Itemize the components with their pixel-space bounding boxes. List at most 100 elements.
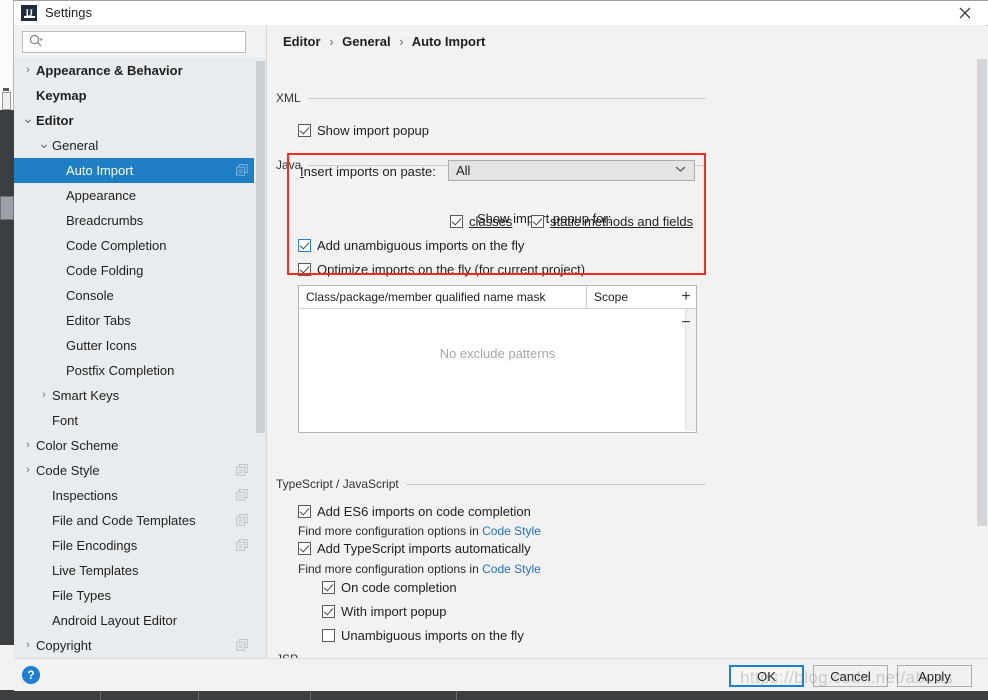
cancel-button[interactable]: Cancel [813, 665, 888, 687]
checkbox-box-icon[interactable] [298, 505, 311, 518]
checkbox-box-icon[interactable] [298, 124, 311, 137]
sidebar-item-keymap[interactable]: Keymap [14, 83, 266, 108]
chevron-down-icon[interactable]: ⌄ [21, 111, 35, 125]
sidebar-item-code-completion[interactable]: Code Completion [14, 233, 266, 258]
checkbox-with-import-popup[interactable]: With import popup [322, 604, 447, 619]
copy-settings-icon[interactable] [236, 464, 248, 476]
statusbar-divider [456, 690, 457, 700]
sidebar-item-copyright[interactable]: › Copyright [14, 633, 266, 658]
help-icon[interactable]: ? [22, 666, 40, 684]
group-rule [307, 97, 706, 99]
sidebar-item-general[interactable]: ⌄ General [14, 133, 266, 158]
checkbox-java-classes[interactable]: classes [450, 214, 512, 229]
sidebar-item-postfix-completion[interactable]: Postfix Completion [14, 358, 266, 383]
underlying-gray-box [0, 196, 14, 220]
main-scrollbar-thumb[interactable] [977, 59, 987, 526]
group-label-typescript: TypeScript / JavaScript [276, 477, 399, 491]
code-style-link[interactable]: Code Style [482, 524, 541, 538]
sidebar-item-label: Code Completion [66, 238, 167, 253]
sidebar-item-label: Code Folding [66, 263, 144, 278]
insert-imports-on-paste-select[interactable]: All [448, 160, 695, 181]
sidebar-item-appearance-behavior[interactable]: › Appearance & Behavior [14, 58, 266, 83]
checkbox-java-static-methods[interactable]: static methods and fields [531, 214, 693, 229]
checkbox-label: classes [469, 214, 513, 229]
sidebar-item-code-style[interactable]: › Code Style [14, 458, 266, 483]
remove-pattern-button[interactable]: − [675, 312, 697, 334]
table-empty-message: No exclude patterns [439, 345, 556, 361]
sidebar-item-label: Console [66, 288, 114, 303]
checkbox-label: Add TypeScript imports automatically [317, 541, 531, 556]
sidebar-item-smart-keys[interactable]: › Smart Keys [14, 383, 266, 408]
table-column-header-mask[interactable]: Class/package/member qualified name mask [299, 286, 587, 308]
chevron-right-icon[interactable]: › [21, 640, 35, 651]
select-value: All [456, 163, 471, 178]
statusbar-divider [100, 690, 101, 700]
copy-settings-icon[interactable] [236, 489, 248, 501]
chevron-right-icon[interactable]: › [21, 65, 35, 76]
sidebar-item-label: Postfix Completion [66, 363, 175, 378]
chevron-down-icon[interactable]: ⌄ [37, 136, 51, 150]
sidebar-item-file-types[interactable]: File Types [14, 583, 266, 608]
code-style-link[interactable]: Code Style [482, 562, 541, 576]
settings-tree[interactable]: › Appearance & Behavior Keymap ⌄ Editor ⌄ Gene… [14, 58, 266, 658]
chevron-right-icon[interactable]: › [21, 465, 35, 476]
sidebar-scrollbar-thumb[interactable] [256, 61, 265, 433]
chevron-right-icon[interactable]: › [21, 440, 35, 451]
sidebar-item-inspections[interactable]: Inspections [14, 483, 266, 508]
checkbox-label: Show import popup [317, 123, 430, 138]
sidebar-item-code-folding[interactable]: Code Folding [14, 258, 266, 283]
sidebar-item-gutter-icons[interactable]: Gutter Icons [14, 333, 266, 358]
breadcrumb-item-general[interactable]: General [342, 34, 390, 49]
breadcrumb-item-auto-import: Auto Import [411, 34, 486, 49]
exclude-patterns-table[interactable]: Class/package/member qualified name mask… [298, 285, 697, 433]
checkbox-unambiguous-on-the-fly[interactable]: Unambiguous imports on the fly [322, 628, 524, 643]
sidebar-item-breadcrumbs[interactable]: Breadcrumbs [14, 208, 266, 233]
sidebar-item-android-layout-editor[interactable]: Android Layout Editor [14, 608, 266, 633]
sidebar-item-file-and-code-templates[interactable]: File and Code Templates [14, 508, 266, 533]
sidebar-item-appearance[interactable]: Appearance [14, 183, 266, 208]
checkbox-box-icon[interactable] [322, 605, 335, 618]
checkbox-box-icon[interactable] [322, 629, 335, 642]
checkbox-box-icon[interactable] [531, 215, 544, 228]
checkbox-label: Add unambiguous imports on the fly [317, 238, 525, 253]
apply-button[interactable]: Apply [897, 665, 972, 687]
checkbox-box-icon[interactable] [450, 215, 463, 228]
sidebar-item-color-scheme[interactable]: › Color Scheme [14, 433, 266, 458]
checkbox-on-code-completion[interactable]: On code completion [322, 580, 457, 595]
checkbox-box-icon[interactable] [298, 239, 311, 252]
checkbox-xml-show-import-popup[interactable]: Show import popup [298, 123, 429, 138]
checkbox-box-icon[interactable] [298, 542, 311, 555]
sidebar-item-label: Breadcrumbs [66, 213, 144, 228]
breadcrumb-separator-icon: › [399, 34, 404, 49]
checkbox-optimize-imports[interactable]: Optimize imports on the fly (for current… [298, 262, 585, 277]
copy-settings-icon[interactable] [236, 514, 248, 526]
checkbox-add-es6-imports[interactable]: Add ES6 imports on code completion [298, 504, 531, 519]
sidebar-item-file-encodings[interactable]: File Encodings [14, 533, 266, 558]
sidebar-item-editor[interactable]: ⌄ Editor [14, 108, 266, 133]
chevron-right-icon[interactable]: › [37, 390, 51, 401]
checkbox-add-typescript-imports[interactable]: Add TypeScript imports automatically [298, 541, 531, 556]
dialog-title: Settings [45, 5, 92, 20]
search-input[interactable] [46, 35, 226, 49]
breadcrumb-item-editor[interactable]: Editor [283, 34, 321, 49]
sidebar-item-font[interactable]: Font [14, 408, 266, 433]
sidebar-item-editor-tabs[interactable]: Editor Tabs [14, 308, 266, 333]
copy-settings-icon[interactable] [236, 164, 248, 176]
sidebar-item-console[interactable]: Console [14, 283, 266, 308]
copy-settings-icon[interactable] [236, 639, 248, 651]
statusbar-divider [198, 690, 199, 700]
search-container [14, 26, 254, 58]
search-box[interactable] [22, 31, 246, 53]
checkbox-box-icon[interactable] [298, 263, 311, 276]
hint-code-style-typescript: Find more configuration options in Code … [298, 562, 541, 576]
copy-settings-icon[interactable] [236, 539, 248, 551]
sidebar-item-live-templates[interactable]: Live Templates [14, 558, 266, 583]
chevron-down-icon[interactable] [675, 165, 686, 176]
checkbox-label: With import popup [341, 604, 447, 619]
close-icon[interactable] [942, 1, 988, 25]
ok-button[interactable]: OK [729, 665, 804, 687]
checkbox-add-unambiguous-imports[interactable]: Add unambiguous imports on the fly [298, 238, 524, 253]
checkbox-box-icon[interactable] [322, 581, 335, 594]
sidebar-item-auto-import[interactable]: Auto Import [14, 158, 266, 183]
add-pattern-button[interactable]: + [675, 286, 697, 308]
